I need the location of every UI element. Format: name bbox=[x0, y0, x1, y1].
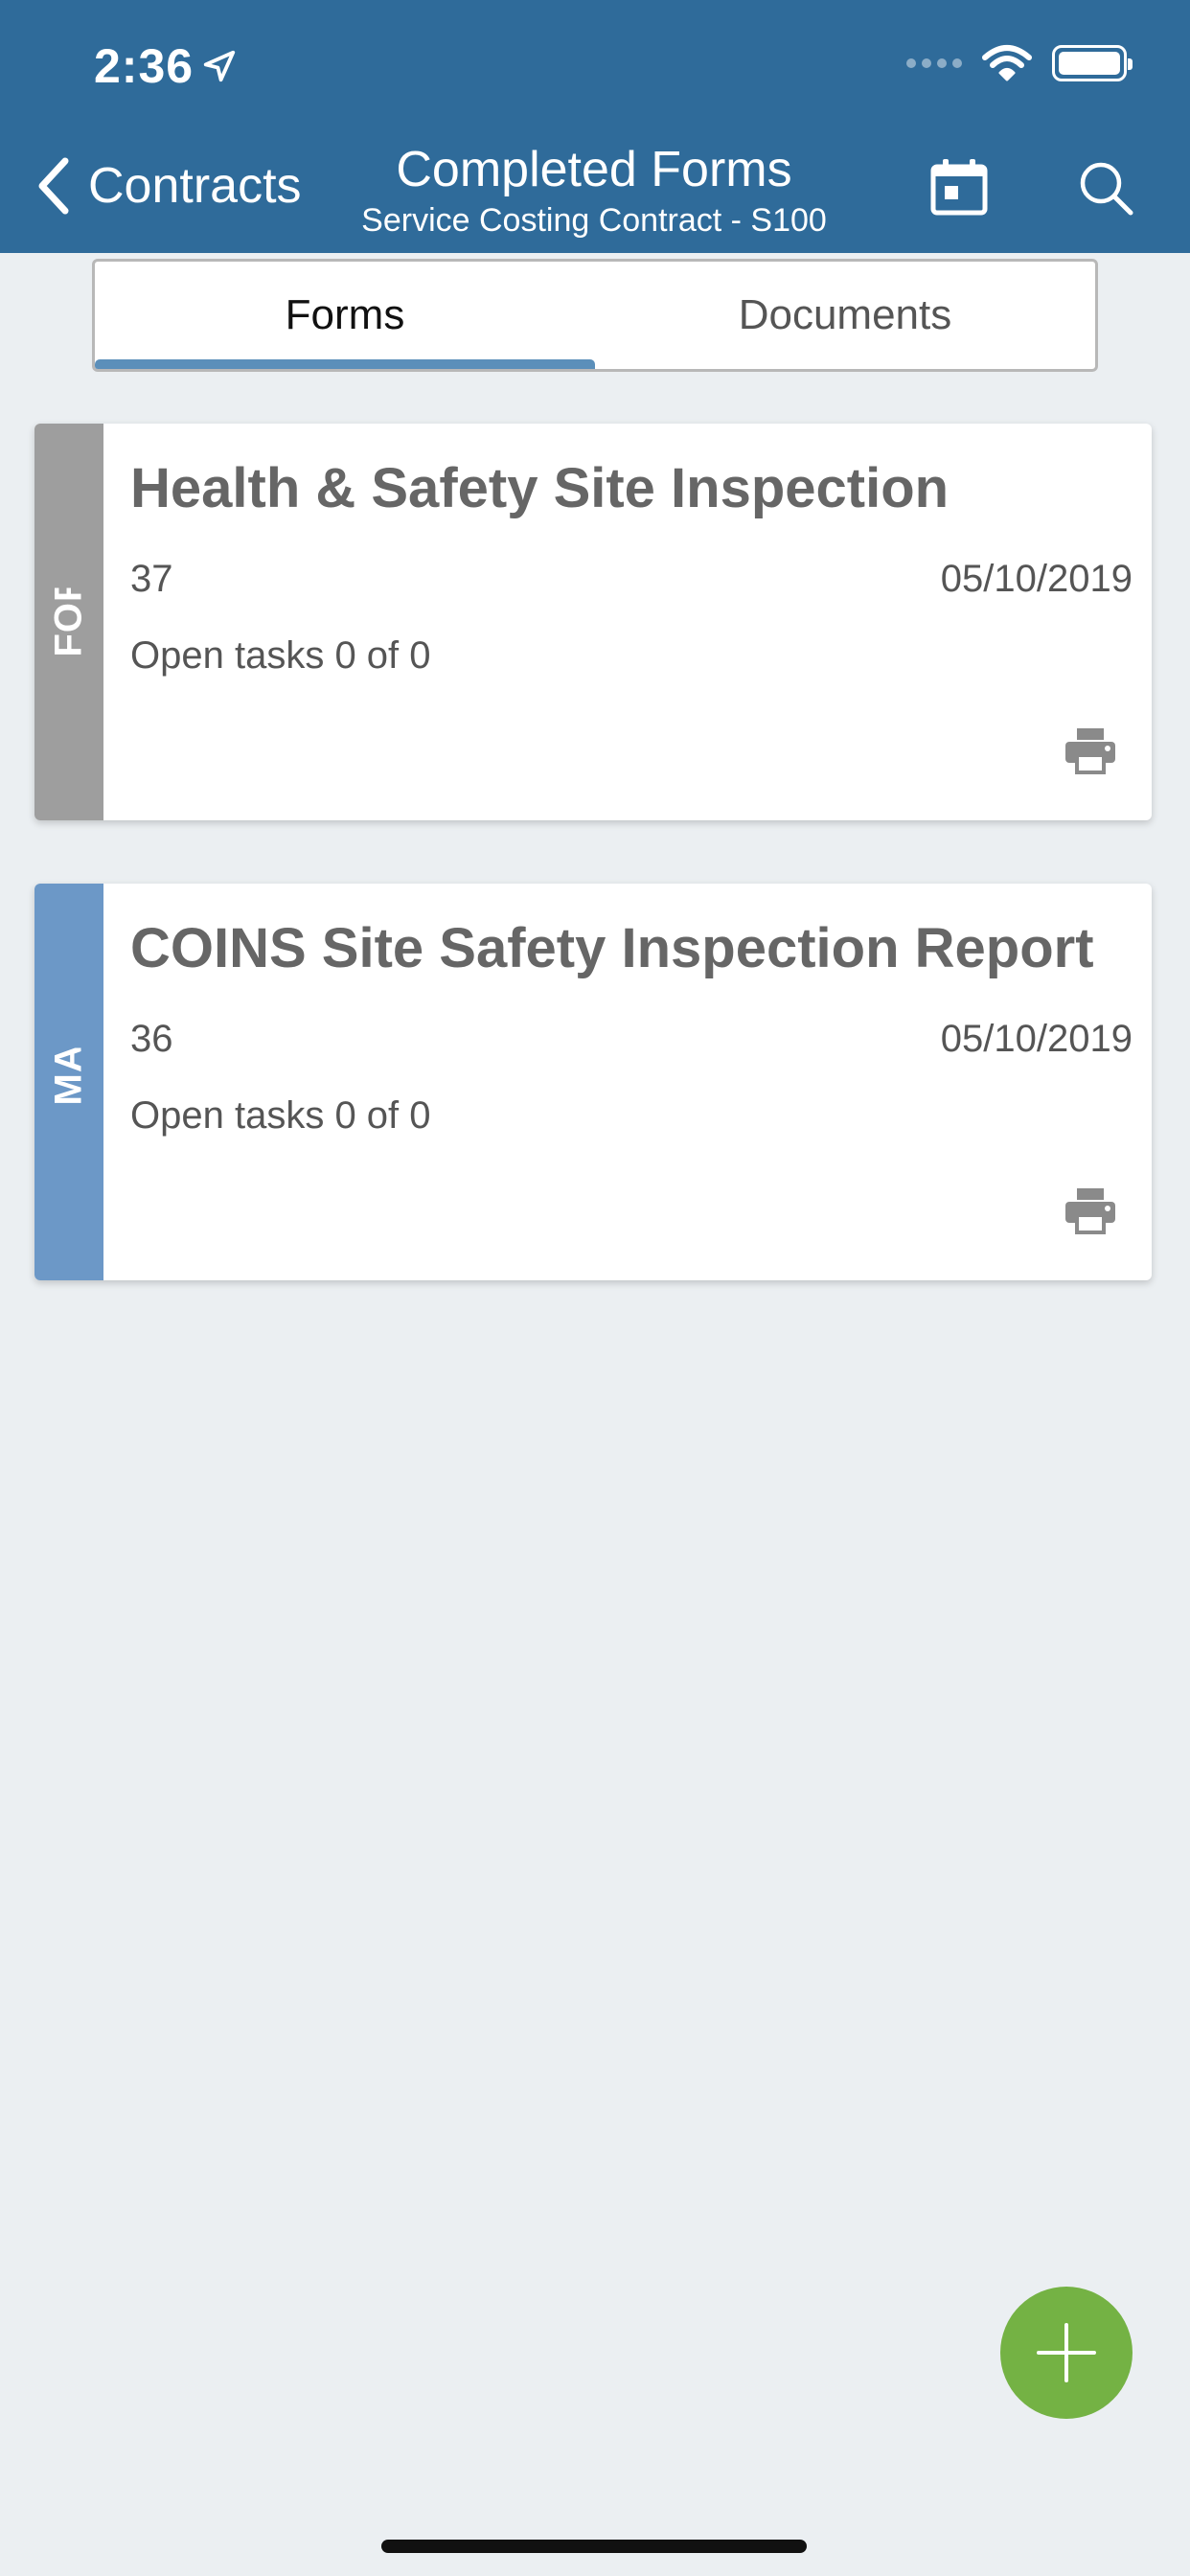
form-status-label: MANAGER REVIEW bbox=[48, 1047, 91, 1116]
form-number: 36 bbox=[130, 1018, 173, 1060]
tab-forms[interactable]: Forms bbox=[95, 262, 595, 369]
page-subtitle: Service Costing Contract - S100 bbox=[361, 202, 827, 239]
plus-icon bbox=[1037, 2323, 1096, 2382]
form-title: COINS Site Safety Inspection Report bbox=[130, 917, 1094, 979]
form-status-strip: MANAGER REVIEW bbox=[34, 884, 103, 1280]
home-indicator[interactable] bbox=[381, 2540, 807, 2553]
print-icon[interactable] bbox=[1064, 1186, 1117, 1234]
app-header: 2:36 Contracts Completed Forms Service C… bbox=[0, 0, 1190, 253]
segmented-tabs: Forms Documents bbox=[92, 259, 1098, 372]
nav-title-block: Completed Forms Service Costing Contract… bbox=[316, 142, 872, 242]
status-indicators bbox=[906, 44, 1133, 82]
form-status-strip: FORM COMPLETE bbox=[34, 424, 103, 820]
back-button[interactable]: Contracts bbox=[34, 155, 302, 217]
form-date: 05/10/2019 bbox=[940, 558, 1133, 600]
chevron-left-icon bbox=[38, 157, 69, 215]
cellular-signal-icon bbox=[906, 58, 962, 68]
form-date: 05/10/2019 bbox=[940, 1018, 1133, 1060]
form-number: 37 bbox=[130, 558, 173, 600]
form-card[interactable]: MANAGER REVIEW COINS Site Safety Inspect… bbox=[34, 884, 1152, 1280]
status-time-label: 2:36 bbox=[94, 39, 195, 93]
tab-documents[interactable]: Documents bbox=[595, 262, 1095, 369]
form-open-tasks: Open tasks 0 of 0 bbox=[130, 1094, 431, 1137]
search-icon[interactable] bbox=[1077, 159, 1134, 217]
wifi-icon bbox=[981, 44, 1033, 82]
back-button-label: Contracts bbox=[88, 158, 302, 214]
location-arrow-icon bbox=[203, 50, 236, 82]
status-time: 2:36 bbox=[94, 38, 238, 94]
form-status-label: FORM COMPLETE bbox=[48, 587, 91, 656]
form-card[interactable]: FORM COMPLETE Health & Safety Site Inspe… bbox=[34, 424, 1152, 820]
battery-icon bbox=[1052, 45, 1133, 81]
page-title: Completed Forms bbox=[396, 142, 792, 197]
calendar-icon[interactable] bbox=[929, 157, 989, 217]
print-icon[interactable] bbox=[1064, 726, 1117, 774]
add-form-button[interactable] bbox=[1000, 2287, 1133, 2419]
form-title: Health & Safety Site Inspection bbox=[130, 457, 950, 519]
form-open-tasks: Open tasks 0 of 0 bbox=[130, 634, 431, 677]
tab-forms-label: Forms bbox=[285, 291, 405, 338]
tab-documents-label: Documents bbox=[738, 291, 952, 338]
